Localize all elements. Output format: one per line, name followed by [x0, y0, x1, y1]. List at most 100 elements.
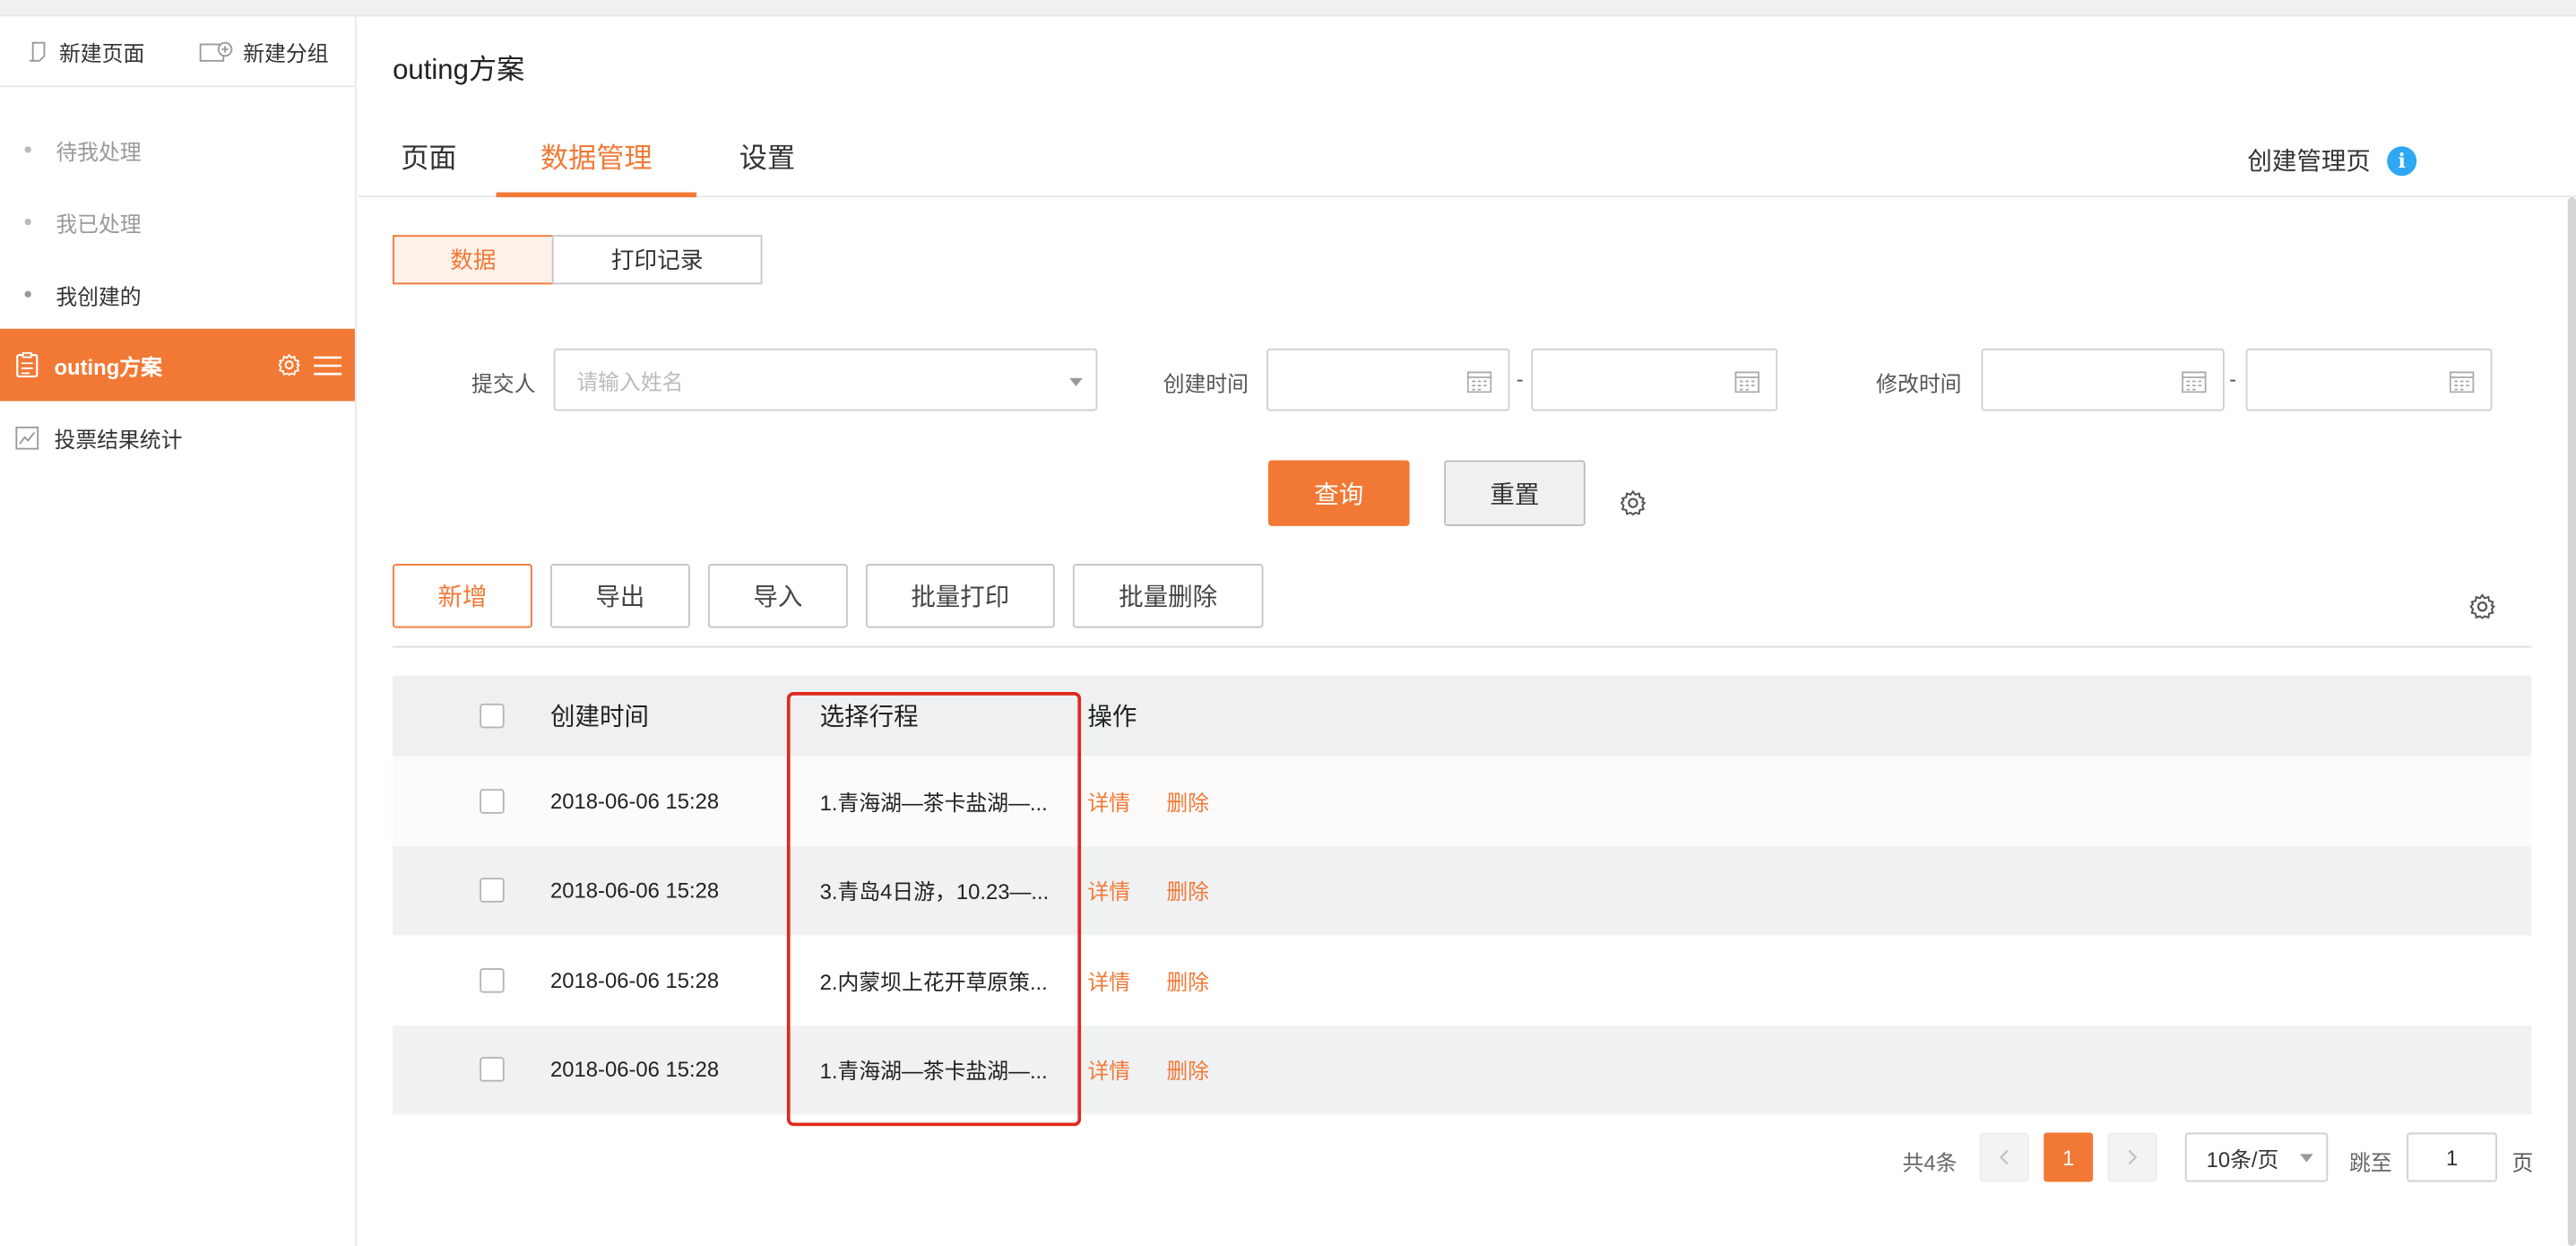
delete-link[interactable]: 删除 [1166, 1054, 1209, 1086]
delete-link[interactable]: 删除 [1166, 785, 1209, 817]
range-separator: - [1516, 366, 1524, 392]
table-row: 2018-06-06 15:28 1.青海湖—茶卡盐湖—... 详情 删除 [393, 1025, 2532, 1115]
table-row: 2018-06-06 15:28 3.青岛4日游，10.23—... 详情 删除 [393, 845, 2532, 936]
delete-link[interactable]: 删除 [1166, 875, 1209, 906]
prev-page-button[interactable] [1979, 1132, 2029, 1182]
created-end-date-input[interactable] [1531, 348, 1778, 411]
bullet-icon [24, 218, 31, 226]
tab-settings[interactable]: 设置 [736, 134, 799, 197]
info-icon[interactable]: i [2387, 146, 2417, 177]
total-count: 共4条 [1902, 1150, 1958, 1176]
tab-bar: 页面 数据管理 设置 创建管理页 [358, 115, 2576, 198]
cell-route: 1.青海湖—茶卡盐湖—... [819, 1059, 1048, 1084]
column-header-actions: 操作 [1087, 703, 1137, 732]
add-button[interactable]: 新增 [393, 563, 532, 628]
chevron-down-icon [2300, 1154, 2313, 1163]
calendar-icon [2449, 371, 2475, 394]
divider [393, 645, 2532, 648]
new-group-label: 新建分组 [243, 40, 329, 66]
next-page-button[interactable] [2107, 1132, 2157, 1182]
submitter-placeholder: 请输入姓名 [576, 368, 684, 394]
created-time-label: 创建时间 [1163, 371, 1249, 396]
scrollbar[interactable] [2567, 197, 2576, 1246]
sidebar-item-label: 我创建的 [56, 283, 142, 308]
top-border [0, 0, 2576, 17]
table-row: 2018-06-06 15:28 2.内蒙坝上花开草原策... 详情 删除 [393, 935, 2532, 1025]
submitter-select[interactable]: 请输入姓名 [553, 348, 1098, 411]
menu-icon[interactable] [314, 354, 342, 376]
column-header-route[interactable]: 选择行程 [820, 698, 1050, 733]
view-switch: 数据 打印记录 [393, 235, 763, 285]
table-header: 创建时间 选择行程 操作 [393, 675, 2532, 757]
tab-pages[interactable]: 页面 [398, 134, 461, 197]
goto-label: 跳至 [2349, 1150, 2392, 1176]
modified-end-date-input[interactable] [2245, 348, 2493, 411]
sidebar-item-label: 待我处理 [56, 138, 142, 164]
sidebar-item-processed[interactable]: 我已处理 [0, 186, 355, 258]
sidebar-item-created-by-me[interactable]: 我创建的 [0, 258, 355, 331]
cell-created: 2018-06-06 15:28 [550, 1057, 720, 1083]
select-all-checkbox[interactable] [480, 703, 505, 729]
cell-route: 1.青海湖—茶卡盐湖—... [819, 790, 1048, 816]
batch-delete-button[interactable]: 批量删除 [1072, 563, 1264, 628]
sidebar-item-label: outing方案 [54, 354, 162, 379]
sidebar-item-tools [278, 353, 342, 376]
row-checkbox[interactable] [480, 1057, 505, 1083]
cell-created: 2018-06-06 15:28 [550, 967, 720, 993]
detail-link[interactable]: 详情 [1087, 785, 1130, 817]
sidebar-item-vote-stats[interactable]: 投票结果统计 [0, 401, 355, 473]
data-table: 创建时间 选择行程 操作 2018-06-06 15:28 1.青海湖—茶卡盐湖… [393, 675, 2532, 1115]
cell-created: 2018-06-06 15:28 [550, 788, 720, 814]
goto-page-input[interactable]: 1 [2407, 1132, 2498, 1182]
new-page-icon [29, 40, 46, 61]
bullet-icon [24, 290, 31, 298]
bullet-icon [24, 146, 31, 153]
column-header-created[interactable]: 创建时间 [550, 698, 649, 733]
sidebar-item-outing-plan[interactable]: outing方案 [0, 328, 355, 402]
app-root: 新建页面 新建分组 待我处理 我已处理 我创建的 outing方案 投票结果统计… [0, 0, 2576, 1246]
batch-print-button[interactable]: 批量打印 [865, 563, 1055, 628]
cell-route: 2.内蒙坝上花开草原策... [819, 969, 1048, 994]
sidebar: 新建页面 新建分组 待我处理 我已处理 我创建的 outing方案 投票结果统计 [0, 16, 357, 1246]
table-row: 2018-06-06 15:28 1.青海湖—茶卡盐湖—... 详情 删除 [393, 756, 2532, 846]
create-admin-page-link[interactable]: 创建管理页 [2247, 143, 2370, 178]
detail-link[interactable]: 详情 [1087, 965, 1130, 996]
page-unit-label: 页 [2511, 1150, 2534, 1176]
page-number-current[interactable]: 1 [2044, 1132, 2094, 1182]
detail-link[interactable]: 详情 [1087, 875, 1130, 906]
reset-button[interactable]: 重置 [1444, 460, 1586, 526]
calendar-icon [1466, 371, 1492, 394]
detail-link[interactable]: 详情 [1087, 1054, 1130, 1086]
new-group-button[interactable]: 新建分组 [199, 36, 329, 67]
create-admin-page-label: 创建管理页 [2247, 148, 2371, 177]
created-start-date-input[interactable] [1266, 348, 1510, 411]
query-button[interactable]: 查询 [1267, 460, 1410, 526]
column-settings-gear-icon[interactable] [2469, 593, 2495, 619]
gear-icon[interactable] [1620, 489, 1647, 516]
row-checkbox[interactable] [480, 967, 505, 993]
modified-start-date-input[interactable] [1981, 348, 2225, 411]
import-button[interactable]: 导入 [707, 563, 848, 628]
row-checkbox[interactable] [480, 878, 505, 904]
sidebar-item-label: 我已处理 [56, 211, 142, 237]
new-page-label: 新建页面 [58, 40, 145, 66]
gear-icon[interactable] [278, 353, 301, 376]
segment-data[interactable]: 数据 [393, 235, 554, 285]
row-checkbox[interactable] [480, 788, 505, 814]
submitter-label: 提交人 [471, 371, 536, 396]
sidebar-item-pending[interactable]: 待我处理 [0, 114, 355, 186]
calendar-icon [1734, 371, 1760, 394]
delete-link[interactable]: 删除 [1166, 965, 1209, 996]
segment-print-log[interactable]: 打印记录 [551, 235, 763, 285]
calendar-icon [2182, 371, 2207, 394]
chevron-right-icon [2128, 1149, 2138, 1165]
page-size-select[interactable]: 10条/页 [2184, 1132, 2329, 1182]
new-page-button[interactable]: 新建页面 [28, 36, 144, 67]
export-button[interactable]: 导出 [550, 563, 690, 628]
chevron-down-icon [1069, 377, 1083, 386]
cell-route: 3.青岛4日游，10.23—... [819, 879, 1050, 905]
modified-time-label: 修改时间 [1876, 371, 1962, 396]
tab-data-management[interactable]: 数据管理 [496, 134, 697, 198]
cell-created: 2018-06-06 15:28 [550, 878, 720, 904]
sidebar-item-label: 投票结果统计 [54, 426, 183, 452]
